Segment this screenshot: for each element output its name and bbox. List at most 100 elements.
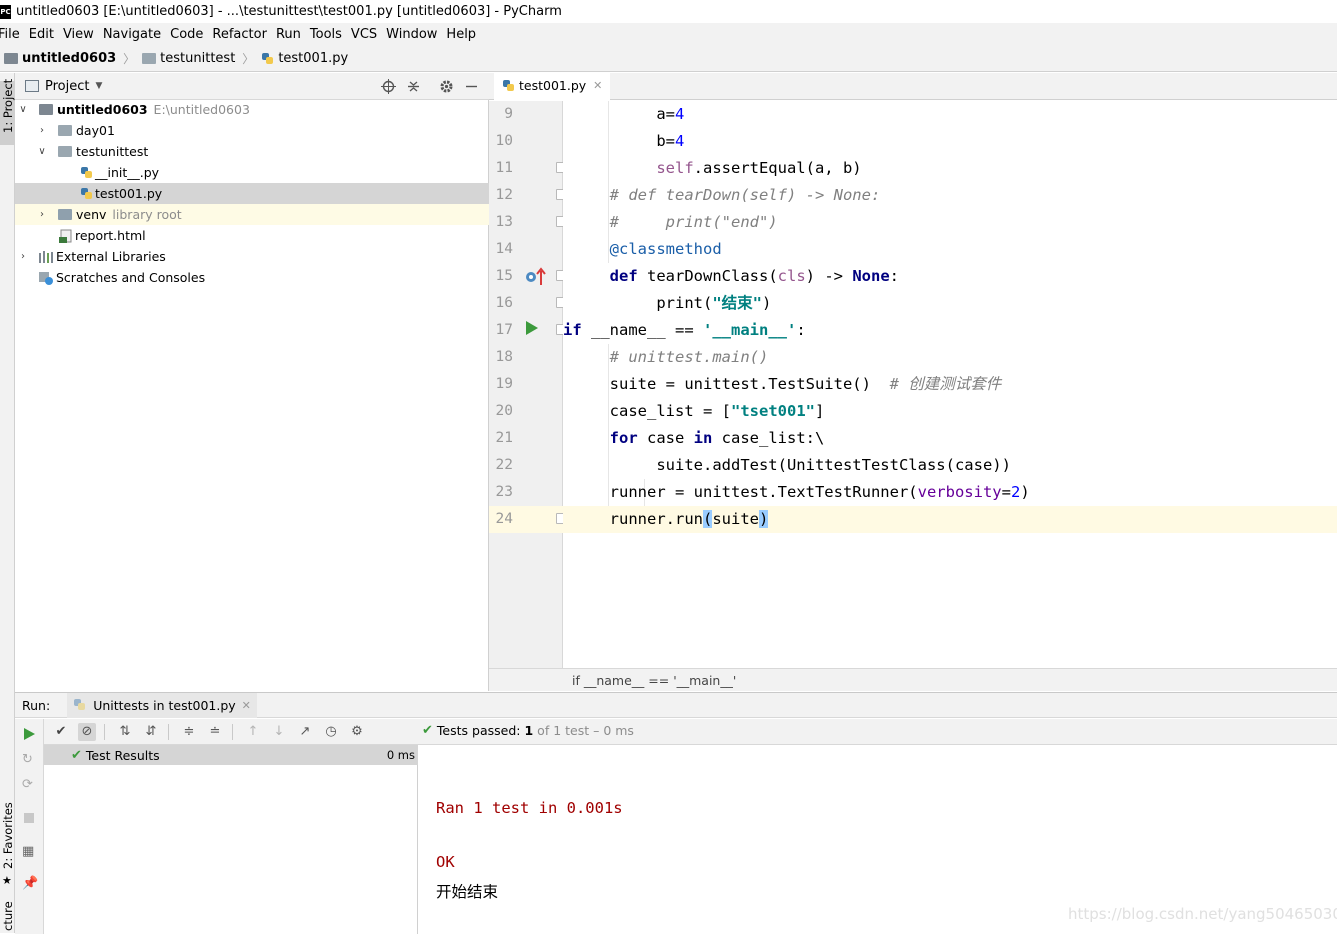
tree-item-test001-py[interactable]: test001.py bbox=[15, 183, 489, 204]
tree-item-project-root[interactable]: ∨ untitled0603 E:\untitled0603 bbox=[15, 99, 489, 120]
tree-item-label: Scratches and Consoles bbox=[56, 270, 206, 285]
toolbar-separator bbox=[232, 723, 233, 740]
breadcrumb-project[interactable]: untitled0603 bbox=[22, 51, 116, 66]
layout-icon[interactable]: ▦ bbox=[22, 844, 34, 859]
menu-navigate[interactable]: Navigate bbox=[103, 27, 167, 42]
chevron-down-icon[interactable]: ∨ bbox=[17, 104, 29, 115]
favorites-tool-tab-label[interactable]: 2: Favorites bbox=[1, 802, 15, 869]
line-number: 13 bbox=[495, 214, 513, 230]
chevron-right-icon[interactable]: › bbox=[17, 251, 29, 262]
project-tool-tab-label[interactable]: 1: Project bbox=[1, 79, 15, 133]
previous-failed-icon[interactable]: ↑ bbox=[244, 723, 262, 741]
code-token: cls bbox=[777, 267, 806, 285]
tree-item-venv[interactable]: › venv library root bbox=[15, 204, 489, 225]
code-line-13: # print("end") bbox=[563, 209, 1337, 236]
run-tab-unittests[interactable]: Unittests in test001.py ✕ bbox=[67, 692, 257, 718]
gear-icon[interactable] bbox=[439, 79, 454, 94]
pycharm-logo-icon: PC bbox=[0, 4, 11, 19]
next-failed-icon[interactable]: ↓ bbox=[270, 723, 288, 741]
close-icon[interactable]: ✕ bbox=[593, 79, 602, 92]
tree-item-label: venv bbox=[76, 207, 107, 222]
project-view-icon bbox=[25, 80, 39, 92]
line-number: 11 bbox=[495, 160, 513, 176]
minimize-icon[interactable] bbox=[464, 79, 479, 94]
run-icon[interactable] bbox=[525, 320, 539, 336]
console-line: Ran 1 test in 0.001s bbox=[436, 799, 623, 817]
code-string: "tset001" bbox=[731, 402, 815, 420]
sort-alphabetically-icon[interactable]: ⇅ bbox=[116, 723, 134, 741]
structure-tool-tab-label[interactable]: cture bbox=[1, 901, 15, 931]
rerun-icon[interactable] bbox=[23, 727, 36, 741]
tree-item-external-libraries[interactable]: › External Libraries bbox=[15, 246, 489, 267]
override-method-icon[interactable] bbox=[525, 267, 547, 287]
tree-item-label: test001.py bbox=[95, 186, 163, 201]
pin-icon[interactable]: 📌 bbox=[22, 876, 38, 891]
close-icon[interactable]: ✕ bbox=[242, 699, 251, 712]
code-comment: # 创建测试套件 bbox=[889, 375, 1002, 393]
menu-edit[interactable]: Edit bbox=[29, 27, 60, 42]
folder-icon bbox=[142, 52, 157, 64]
python-file-icon bbox=[81, 167, 92, 178]
menu-view[interactable]: View bbox=[63, 27, 100, 42]
tree-item-day01[interactable]: › day01 bbox=[15, 120, 489, 141]
menu-file[interactable]: File bbox=[0, 27, 26, 42]
expand-all-icon[interactable]: ≑ bbox=[180, 723, 198, 741]
test-results-root[interactable]: ✔ Test Results 0 ms bbox=[44, 745, 418, 765]
tree-item-label: day01 bbox=[76, 123, 115, 138]
locate-icon[interactable] bbox=[381, 79, 396, 94]
chevron-right-icon[interactable]: › bbox=[36, 125, 48, 136]
menu-help[interactable]: Help bbox=[446, 27, 482, 42]
code-area[interactable]: a=4 b=4 self.assertEqual(a, b) # def tea… bbox=[563, 101, 1337, 668]
tree-item-init-py[interactable]: __init__.py bbox=[15, 162, 489, 183]
code-line-21: for case in case_list:\ bbox=[563, 425, 1337, 452]
show-passed-icon[interactable]: ✔ bbox=[52, 723, 70, 741]
code-comment: # unittest.main() bbox=[609, 348, 769, 366]
menu-vcs[interactable]: VCS bbox=[351, 27, 383, 42]
editor-tab-test001[interactable]: test001.py ✕ bbox=[494, 73, 611, 100]
menu-run[interactable]: Run bbox=[276, 27, 307, 42]
chevron-right-icon[interactable]: › bbox=[36, 209, 48, 220]
menu-code[interactable]: Code bbox=[170, 27, 209, 42]
folder-icon bbox=[4, 52, 18, 64]
collapse-all-icon[interactable]: ≐ bbox=[206, 723, 224, 741]
test-results-time: 0 ms bbox=[386, 748, 415, 762]
line-number: 23 bbox=[495, 484, 513, 500]
breadcrumb-file[interactable]: test001.py bbox=[278, 51, 348, 66]
show-ignored-icon[interactable]: ⊘ bbox=[78, 722, 96, 741]
tree-item-scratches[interactable]: Scratches and Consoles bbox=[15, 267, 489, 288]
chevron-down-icon[interactable]: ∨ bbox=[36, 146, 48, 157]
gear-icon[interactable]: ⚙ bbox=[348, 723, 366, 741]
python-run-config-icon bbox=[74, 699, 86, 710]
check-icon: ✔ bbox=[71, 747, 82, 763]
code-token: 2 bbox=[1010, 483, 1021, 501]
chevron-down-icon[interactable]: ▼ bbox=[95, 81, 102, 91]
run-tab-label: Unittests in test001.py bbox=[93, 697, 236, 713]
export-icon[interactable]: ↗ bbox=[296, 723, 314, 741]
project-panel-title[interactable]: Project bbox=[45, 79, 89, 94]
line-number: 17 bbox=[495, 322, 513, 338]
toggle-auto-test-icon[interactable]: ⟳ bbox=[22, 777, 33, 792]
breadcrumb-folder[interactable]: testunittest bbox=[160, 51, 235, 66]
test-status-count: 1 bbox=[524, 723, 534, 738]
line-number: 14 bbox=[495, 241, 513, 257]
editor-breadcrumb[interactable]: if __name__ == '__main__' bbox=[572, 673, 736, 688]
history-icon[interactable]: ◷ bbox=[322, 723, 340, 741]
code-decorator: @classmethod bbox=[609, 240, 722, 258]
menu-tools[interactable]: Tools bbox=[310, 27, 348, 42]
tree-item-report-html[interactable]: report.html bbox=[15, 225, 489, 246]
tree-item-testunittest[interactable]: ∨ testunittest bbox=[15, 141, 489, 162]
code-token: 4 bbox=[675, 132, 685, 150]
stop-icon[interactable] bbox=[24, 813, 34, 823]
collapse-all-icon[interactable] bbox=[406, 79, 421, 94]
sort-by-duration-icon[interactable]: ⇵ bbox=[142, 723, 160, 741]
code-token: runner = unittest.TextTestRunner( bbox=[609, 483, 918, 501]
code-line-23: runner = unittest.TextTestRunner(verbosi… bbox=[563, 479, 1337, 506]
code-line-24: runner.run(suite) bbox=[563, 506, 1337, 533]
rerun-failed-icon[interactable]: ↻ bbox=[22, 752, 33, 767]
line-number: 21 bbox=[495, 430, 513, 446]
menu-window[interactable]: Window bbox=[386, 27, 443, 42]
code-token: b= bbox=[656, 132, 675, 150]
code-token: suite.addTest(UnittestTestClass(case)) bbox=[656, 456, 1011, 474]
code-token: ) bbox=[762, 294, 772, 312]
menu-refactor[interactable]: Refactor bbox=[212, 27, 273, 42]
